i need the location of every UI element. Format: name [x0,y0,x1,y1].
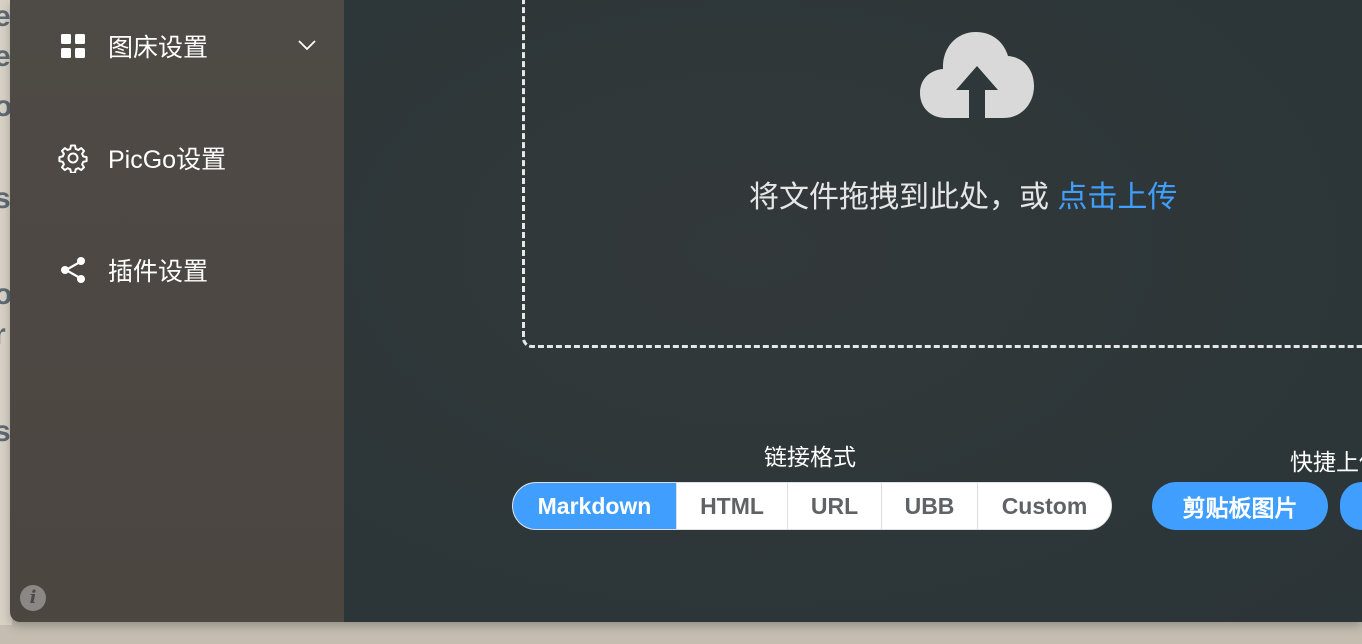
gear-icon [58,143,88,173]
share-icon [58,255,88,285]
sidebar-item-label: PicGo设置 [108,146,227,174]
format-option-ubb[interactable]: UBB [881,483,977,529]
format-option-custom[interactable]: Custom [977,483,1111,529]
sidebar-item-label: 图床设置 [108,34,209,62]
picgo-window: 图床设置 PicGo设置 插件设置 i 将文件拖拽到此处，或 点击上传 链接格式… [10,0,1362,622]
dropzone-text: 将文件拖拽到此处，或 点击上传 [749,172,1269,216]
sidebar-item-picbed-settings[interactable]: 图床设置 [58,26,318,66]
sidebar-item-plugin-settings[interactable]: 插件设置 [58,250,318,290]
info-icon[interactable]: i [20,585,46,611]
clipboard-upload-button[interactable]: 剪贴板图片 [1152,482,1328,530]
format-option-url[interactable]: URL [787,483,881,529]
sidebar-item-picgo-settings[interactable]: PicGo设置 [58,138,318,178]
link-format-selector: Markdown HTML URL UBB Custom [512,482,1112,530]
upload-main-area: 将文件拖拽到此处，或 点击上传 链接格式 Markdown HTML URL U… [344,0,1362,622]
drop-hint: 将文件拖拽到此处，或 [749,181,1058,214]
format-option-markdown[interactable]: Markdown [513,483,676,529]
link-format-label: 链接格式 [764,444,856,470]
format-option-html[interactable]: HTML [676,483,787,529]
quick-upload-label: 快捷上传 [1290,449,1362,475]
chevron-down-icon[interactable] [296,34,318,56]
sidebar-item-label: 插件设置 [108,258,209,286]
click-upload-link[interactable]: 点击上传 [1057,181,1177,214]
next-upload-button[interactable] [1340,482,1362,530]
edge-letter: r [0,318,6,352]
cloud-upload-icon [918,28,1036,120]
sidebar: 图床设置 PicGo设置 插件设置 i [10,0,344,622]
grid-icon [58,31,88,61]
